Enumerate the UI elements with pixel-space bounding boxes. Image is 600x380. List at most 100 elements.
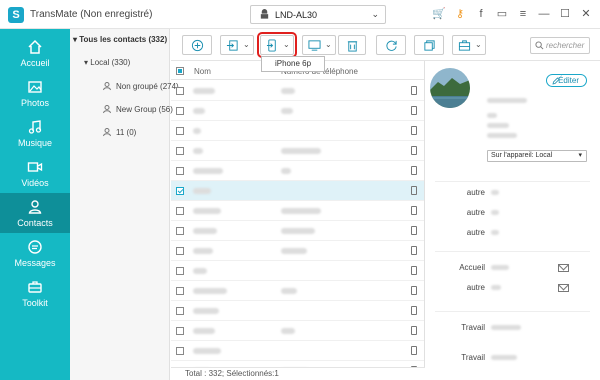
field-label: autre [466,228,485,237]
toolbox-button[interactable]: ⌄ [452,35,486,55]
row-checkbox[interactable] [176,247,184,255]
delete-button[interactable] [338,35,366,55]
chevron-down-icon: ⌄ [243,40,250,49]
phone-icon [411,106,417,115]
sidebar-item-musique[interactable]: Musique [0,113,70,153]
chat-icon[interactable]: ▭ [496,8,508,20]
messages-icon [28,240,42,254]
chevron-down-icon: ▾ [578,152,582,159]
row-checkbox[interactable] [176,107,184,115]
table-row[interactable] [171,341,424,361]
storage-location-value: Sur l'appareil: Local [491,152,553,159]
cart-icon[interactable]: 🛒 [432,8,446,20]
refresh-icon [386,40,397,51]
chevron-down-icon: ⌄ [325,40,332,49]
sidebar-item-photos[interactable]: Photos [0,73,70,113]
phone-icon [411,126,417,135]
sidebar-item-label: Musique [17,138,53,148]
phone-icon [411,246,417,255]
table-row[interactable] [171,201,424,221]
row-checkbox[interactable] [176,127,184,135]
field-value-blurred [491,355,517,360]
export-to-device-button[interactable]: ⌄ [257,32,297,58]
android-icon [260,9,269,19]
menu-icon[interactable]: ≡ [517,8,529,20]
row-checkbox[interactable] [176,167,184,175]
table-row[interactable] [171,81,424,101]
tree-item-all-contacts[interactable]: ▾ Tous les contacts (332) [73,35,167,44]
table-row[interactable] [171,161,424,181]
contact-name-blurred [193,268,207,274]
add-contact-button[interactable] [182,35,212,55]
sidebar-item-videos[interactable]: Vidéos [0,153,70,193]
table-row[interactable] [171,261,424,281]
video-icon [27,162,43,172]
table-row[interactable] [171,281,424,301]
sidebar-item-accueil[interactable]: Accueil [0,33,70,73]
table-row[interactable] [171,221,424,241]
row-checkbox[interactable] [176,87,184,95]
status-footer: Total : 332; Sélectionnés:1 [171,367,425,380]
row-checkbox[interactable] [176,347,184,355]
contact-phone-blurred [281,288,297,294]
import-button[interactable]: ⌄ [220,35,254,55]
phone-icon [411,346,417,355]
deduplicate-button[interactable] [414,35,444,55]
table-row[interactable] [171,321,424,341]
table-row[interactable] [171,121,424,141]
minimize-icon[interactable]: — [538,8,550,20]
app-logo: S [8,7,24,23]
divider [435,181,590,182]
device-select[interactable]: LND-AL30 ⌄ [250,5,386,24]
field-label: autre [466,208,485,217]
search-placeholder[interactable]: rechercher [546,41,584,50]
sidebar-item-contacts[interactable]: Contacts [0,193,70,233]
phone-icon [411,306,417,315]
contact-phone-blurred [281,208,321,214]
sidebar-item-messages[interactable]: Messages [0,233,70,273]
row-checkbox[interactable] [176,227,184,235]
export-to-pc-button[interactable]: ⌄ [302,35,336,55]
row-checkbox[interactable] [176,327,184,335]
avatar [430,68,470,108]
edit-button[interactable]: Éditer [546,74,587,87]
export-to-pc-icon [308,40,321,51]
column-header-name[interactable]: Nom [194,67,211,76]
table-row[interactable] [171,301,424,321]
table-row[interactable] [171,101,424,121]
device-name: LND-AL30 [275,10,318,20]
table-row[interactable] [171,181,424,201]
row-checkbox[interactable] [176,307,184,315]
field-value-blurred [491,210,499,215]
tree-item-local[interactable]: ▾ Local (330) [84,58,130,67]
close-icon[interactable]: ✕ [580,8,592,20]
row-checkbox[interactable] [176,207,184,215]
sidebar-item-label: Toolkit [22,298,48,308]
phone-icon [411,86,417,95]
table-row[interactable] [171,241,424,261]
mail-icon[interactable] [558,284,569,292]
row-checkbox[interactable] [176,187,184,195]
table-row[interactable] [171,141,424,161]
row-checkbox[interactable] [176,147,184,155]
tooltip[interactable]: iPhone 6p [261,56,325,72]
music-icon [28,120,42,134]
field-value-blurred [491,265,509,270]
storage-location-select[interactable]: Sur l'appareil: Local ▾ [487,150,587,162]
mail-icon[interactable] [558,264,569,272]
contact-phone-blurred [281,328,295,334]
row-checkbox[interactable] [176,287,184,295]
key-icon[interactable]: ⚷ [454,8,466,20]
select-all-checkbox[interactable] [176,67,184,75]
edit-icon [552,77,560,85]
tree-group-label: Non groupé (274) [116,82,179,91]
contact-phone-blurred [281,248,307,254]
field-label: autre [466,283,485,292]
facebook-icon[interactable]: f [475,8,487,20]
sidebar-item-toolkit[interactable]: Toolkit [0,273,70,313]
refresh-button[interactable] [376,35,406,55]
contact-detail: Éditer Sur l'appareil: Local ▾ autre autr… [425,61,600,380]
maximize-icon[interactable]: ☐ [559,8,571,20]
row-checkbox[interactable] [176,267,184,275]
search-box[interactable]: rechercher [530,37,590,54]
